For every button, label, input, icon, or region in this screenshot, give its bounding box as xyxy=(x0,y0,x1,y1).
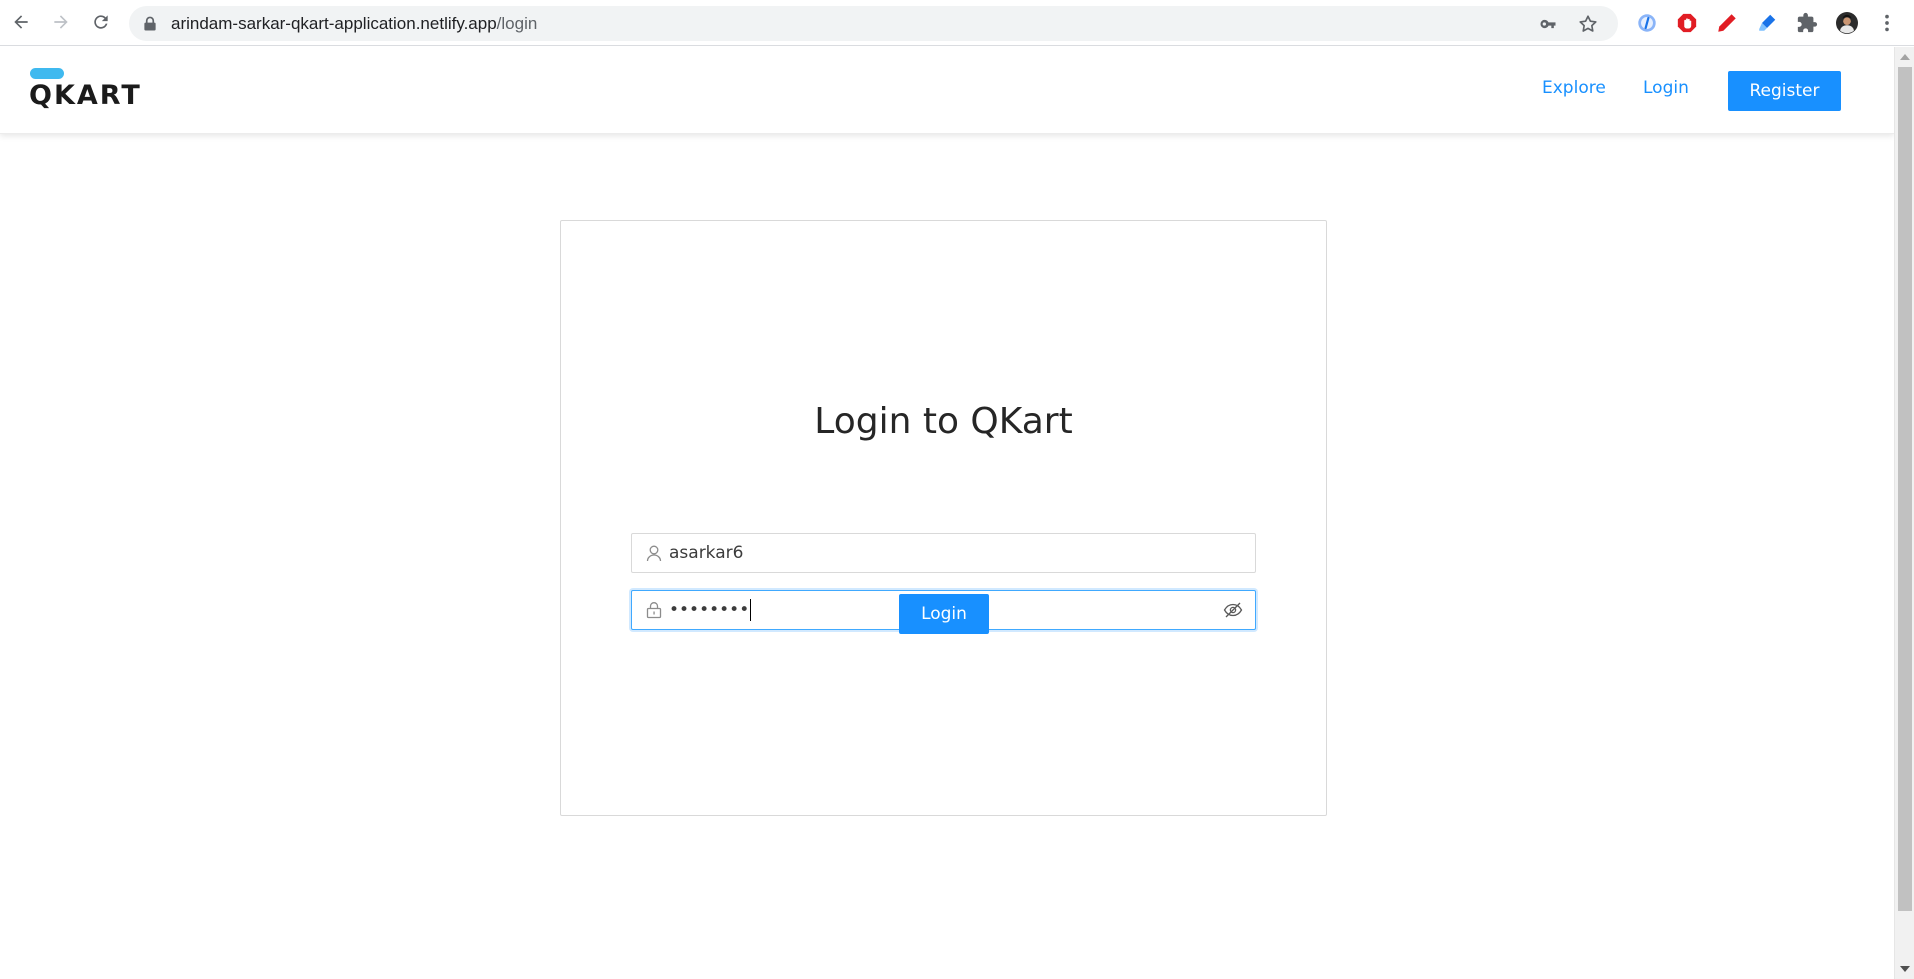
red-pen-extension-icon[interactable] xyxy=(1714,10,1740,36)
logo-accent-shape xyxy=(30,68,64,79)
page-scrollbar[interactable] xyxy=(1894,47,1914,979)
logo-text: QKART xyxy=(29,80,142,111)
app-header: QKART Explore Login Register xyxy=(0,47,1894,134)
adblock-extension-icon[interactable] xyxy=(1674,10,1700,36)
qkart-logo[interactable]: QKART xyxy=(29,68,144,112)
explore-link[interactable]: Explore xyxy=(1542,70,1606,106)
register-button[interactable]: Register xyxy=(1728,71,1841,111)
profile-avatar[interactable] xyxy=(1834,10,1860,36)
user-icon xyxy=(646,545,662,562)
browser-toolbar: arindam-sarkar-qkart-application.netlify… xyxy=(0,0,1914,46)
arrow-left-icon xyxy=(14,15,28,29)
lock-icon xyxy=(144,16,156,31)
username-value: asarkar6 xyxy=(669,543,744,563)
lock-icon xyxy=(646,602,662,619)
login-submit-button[interactable]: Login xyxy=(899,594,989,634)
back-button[interactable] xyxy=(7,8,35,36)
password-value: •••••••• xyxy=(669,591,752,629)
text-caret xyxy=(750,599,752,621)
star-icon[interactable] xyxy=(1577,13,1599,35)
more-vert-icon[interactable] xyxy=(1874,10,1900,36)
page-viewport: QKART Explore Login Register Login to QK… xyxy=(0,47,1894,979)
url-text: arindam-sarkar-qkart-application.netlify… xyxy=(171,14,538,33)
key-icon[interactable] xyxy=(1537,13,1559,35)
page-title: Login to QKart xyxy=(814,401,1073,442)
username-input[interactable]: asarkar6 xyxy=(631,533,1256,573)
eye-invisible-icon[interactable] xyxy=(1223,601,1243,619)
puzzle-icon[interactable] xyxy=(1794,10,1820,36)
login-card: Login to QKart asarkar6 •••••••• Login xyxy=(560,220,1327,816)
scroll-down-arrow[interactable] xyxy=(1900,966,1910,972)
scroll-up-arrow[interactable] xyxy=(1900,54,1910,60)
reload-icon xyxy=(94,15,108,29)
forward-button[interactable] xyxy=(47,8,75,36)
login-link[interactable]: Login xyxy=(1643,70,1689,106)
password-masked-text: •••••••• xyxy=(669,600,750,620)
arrow-right-icon xyxy=(54,15,68,29)
address-bar[interactable]: arindam-sarkar-qkart-application.netlify… xyxy=(129,6,1618,41)
highlighter-extension-icon[interactable] xyxy=(1754,10,1780,36)
scroll-thumb[interactable] xyxy=(1898,67,1912,911)
compass-extension-icon[interactable] xyxy=(1634,10,1660,36)
reload-button[interactable] xyxy=(87,8,115,36)
